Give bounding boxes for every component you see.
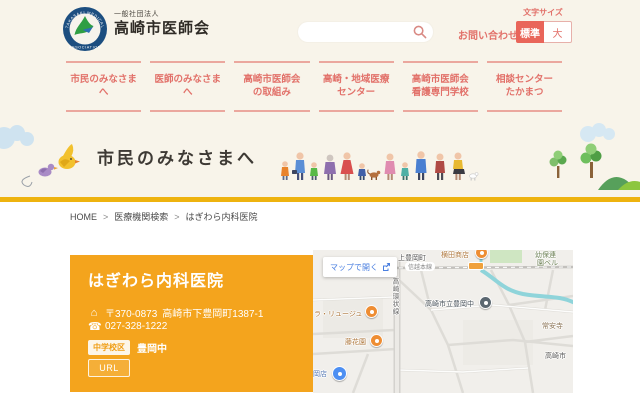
- external-link-icon: [382, 263, 390, 271]
- nav-label: 高崎市医師会: [412, 74, 469, 87]
- map-label-la-rouge: ラ・リュージュ: [314, 309, 362, 319]
- nav-item-nursing-school[interactable]: 高崎市医師会看護専門学校: [403, 61, 478, 112]
- font-size-switcher: 標準 大: [516, 21, 572, 43]
- swirl-doodle: [22, 176, 32, 186]
- nav-item-doctors[interactable]: 医師のみなさまへ: [150, 61, 225, 112]
- search-icon[interactable]: [412, 25, 428, 41]
- map-label-railway: 信越本線: [405, 262, 435, 271]
- main-navigation: 市民のみなさまへ 医師のみなさまへ 高崎市医師会の取組み 高崎・地域医療センター…: [66, 61, 562, 112]
- clinic-postal-code: 〒370-0873: [105, 305, 157, 320]
- purple-bird-icon: [39, 164, 59, 177]
- map-label-joanji: 常安寺: [542, 321, 563, 331]
- clinic-address-row: ⌂ 〒370-0873 高崎市下豊岡町1387-1: [88, 305, 263, 320]
- tree-icon: [550, 151, 567, 179]
- people-illustration: [281, 151, 478, 180]
- yellow-bird-icon: [59, 144, 81, 169]
- nav-label: 看護専門学校: [412, 87, 469, 100]
- site-identity: 一般社団法人 高崎市医師会: [114, 11, 210, 37]
- breadcrumb-separator: >: [103, 212, 108, 222]
- page-title: 市民のみなさまへ: [97, 144, 257, 169]
- medical-association-logo-icon: TAKASAKI MEDICAL ASSOCIATION: [62, 6, 108, 52]
- contact-link[interactable]: お問い合わせ: [458, 27, 518, 42]
- breadcrumb-current: はぎわら内科医院: [186, 212, 258, 222]
- map-marker-tokaen[interactable]: [370, 334, 383, 347]
- school-district-badge: 中学校区: [88, 340, 130, 355]
- map-label-okaten: 岡店: [313, 369, 327, 379]
- nav-label: センター: [337, 87, 375, 100]
- tree-icon: [581, 144, 602, 179]
- school-district-row: 中学校区 豊岡中: [88, 340, 167, 355]
- nav-label: 相談センター: [496, 74, 553, 87]
- nav-label: 市民のみなさまへ: [66, 74, 141, 100]
- nav-item-initiatives[interactable]: 高崎市医師会の取組み: [234, 61, 309, 112]
- nav-item-citizens[interactable]: 市民のみなさまへ: [66, 61, 141, 112]
- map-label-takasaki-city: 高崎市: [545, 351, 566, 361]
- open-in-maps-label: マップで開く: [330, 262, 378, 273]
- clinic-phone-number: 027-328-1222: [105, 321, 167, 332]
- font-size-large-button[interactable]: 大: [544, 21, 572, 43]
- map-marker-school[interactable]: [479, 296, 492, 309]
- clinic-info-card: はぎわら内科医院 ⌂ 〒370-0873 高崎市下豊岡町1387-1 ☎ 027…: [70, 255, 313, 392]
- breadcrumb-search-link[interactable]: 医療機関検索: [114, 212, 168, 222]
- hero-illustration: [0, 120, 640, 197]
- font-size-label: 文字サイズ: [514, 7, 572, 18]
- map-bus-stop-marker[interactable]: [468, 262, 484, 270]
- org-type-label: 一般社団法人: [114, 11, 210, 19]
- nav-label: 高崎・地域医療: [323, 74, 390, 87]
- map-label-road: 高崎環状線: [389, 278, 399, 316]
- map-marker-la-rouge[interactable]: [365, 305, 378, 318]
- nav-label: たかまつ: [505, 87, 543, 100]
- breadcrumb: HOME > 医療機関検索 > はぎわら内科医院: [70, 210, 258, 223]
- phone-icon: ☎: [88, 320, 100, 333]
- breadcrumb-separator: >: [174, 212, 179, 222]
- breadcrumb-home-link[interactable]: HOME: [70, 212, 97, 222]
- clinic-phone-row: ☎ 027-328-1222: [88, 320, 167, 333]
- home-icon: ⌂: [88, 307, 100, 319]
- nav-label: 高崎市医師会: [243, 74, 300, 87]
- logo-ring-text-bottom: ASSOCIATION: [69, 46, 101, 50]
- site-title: 高崎市医師会: [114, 21, 210, 38]
- nav-item-consultation-center[interactable]: 相談センターたかまつ: [487, 61, 562, 112]
- school-district-value: 豊岡中: [137, 340, 167, 355]
- map-label-tokaen: 藤花園: [345, 337, 366, 347]
- clinic-name: はぎわら内科医院: [88, 267, 224, 291]
- main-content: HOME > 医療機関検索 > はぎわら内科医院 はぎわら内科医院 ⌂ 〒370-087…: [0, 202, 640, 400]
- clinic-address: 高崎市下豊岡町1387-1: [162, 305, 263, 320]
- hero-banner: 市民のみなさまへ: [0, 120, 640, 197]
- map-marker-okaten[interactable]: [332, 366, 347, 381]
- font-size-standard-button[interactable]: 標準: [516, 21, 544, 43]
- map-label-school: 高崎市立豊岡中: [425, 299, 474, 309]
- nav-label: 医師のみなさまへ: [150, 74, 225, 100]
- embedded-map[interactable]: マップで開く 上豊岡町 横田商店 信越本線 高崎環状線 幼保連 園ベル 高崎市立…: [313, 250, 573, 393]
- nav-item-regional-medical-center[interactable]: 高崎・地域医療センター: [319, 61, 394, 112]
- nav-label: の取組み: [253, 87, 291, 100]
- clinic-url-button[interactable]: URL: [88, 359, 130, 377]
- map-label-yokota-shoten: 横田商店: [441, 250, 469, 260]
- map-label-kindergarten-line2: 園ベル: [537, 258, 558, 268]
- open-in-maps-button[interactable]: マップで開く: [323, 257, 397, 277]
